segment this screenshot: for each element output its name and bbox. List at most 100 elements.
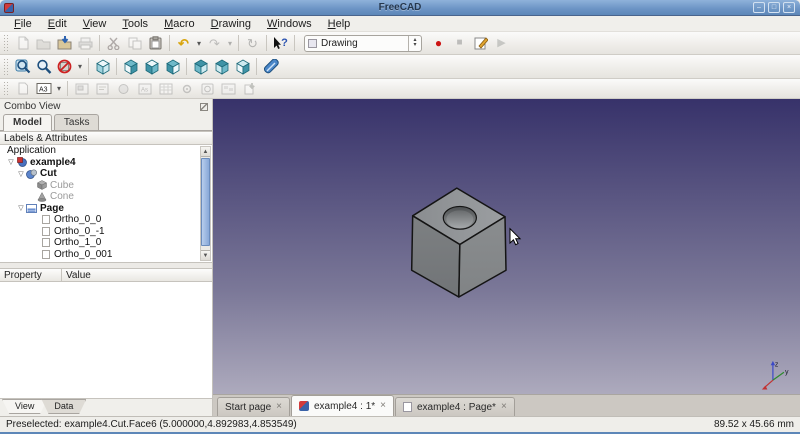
menu-tools[interactable]: Tools [114, 17, 156, 31]
document-tab-bar: Start page × example4 : 1* × example4 : … [213, 394, 800, 416]
rear-view-button[interactable] [190, 57, 211, 77]
title-bar[interactable]: FreeCAD – □ × [0, 0, 800, 16]
copy-button[interactable] [124, 33, 145, 53]
spreadsheet-view-button[interactable] [155, 80, 176, 97]
toolbar-grip[interactable] [3, 57, 9, 76]
print-button[interactable] [75, 33, 96, 53]
ortho-views-button[interactable] [218, 80, 239, 97]
paste-button[interactable] [145, 33, 166, 53]
tree-item-ortho-1-0[interactable]: Ortho_1_0 [0, 237, 212, 249]
measure-distance-button[interactable] [260, 57, 281, 77]
menu-help[interactable]: Help [320, 17, 359, 31]
scroll-down-icon[interactable]: ▼ [201, 250, 210, 260]
scroll-up-icon[interactable]: ▲ [201, 147, 210, 157]
symbol-button[interactable] [113, 80, 134, 97]
open-document-button[interactable] [33, 33, 54, 53]
tree-item-page[interactable]: ▽ Page [0, 203, 212, 215]
edit-macro-icon [474, 37, 488, 50]
tree-item-cone[interactable]: Cone [0, 191, 212, 203]
clip-group-button[interactable] [176, 80, 197, 97]
combo-view-title: Combo View [4, 101, 61, 112]
whatsthis-arrow-icon [274, 37, 282, 49]
draw-style-dropdown[interactable]: ▾ [75, 62, 85, 71]
close-tab-icon[interactable]: × [501, 402, 507, 412]
3d-viewport[interactable]: z y [213, 99, 800, 394]
tree-scrollbar[interactable]: ▲ ▼ [200, 146, 211, 261]
tab-example4-page[interactable]: example4 : Page* × [395, 397, 515, 416]
menu-file[interactable]: File [6, 17, 40, 31]
combo-spinner[interactable]: ▴ ▾ [408, 35, 421, 51]
toolbar-separator [256, 57, 257, 76]
export-page-icon [244, 83, 255, 95]
property-table-body[interactable] [0, 282, 212, 399]
axonometric-view-button[interactable] [92, 57, 113, 77]
redo-dropdown[interactable]: ▾ [225, 39, 235, 48]
undo-dropdown[interactable]: ▾ [194, 39, 204, 48]
close-tab-icon[interactable]: × [380, 401, 386, 411]
record-icon: ● [434, 36, 443, 50]
toolbar-grip[interactable] [3, 34, 9, 52]
close-button[interactable]: × [783, 2, 795, 13]
tree-item-ortho-0--1[interactable]: Ortho_0_-1 [0, 226, 212, 238]
tree-item-cube[interactable]: Cube [0, 180, 212, 192]
new-document-button[interactable] [12, 33, 33, 53]
insert-view-button[interactable] [71, 80, 92, 97]
refresh-button[interactable]: ↻ [242, 33, 263, 53]
tree-item-example4[interactable]: ▽ example4 [0, 157, 212, 169]
property-column-header[interactable]: Property [0, 269, 62, 281]
whats-this-button[interactable]: ? [270, 33, 291, 53]
top-view-button[interactable] [141, 57, 162, 77]
tab-data[interactable]: Data [41, 399, 87, 414]
right-view-button[interactable] [162, 57, 183, 77]
tab-model[interactable]: Model [3, 114, 52, 131]
close-tab-icon[interactable]: × [276, 402, 282, 412]
front-view-button[interactable] [120, 57, 141, 77]
tab-tasks[interactable]: Tasks [53, 114, 100, 130]
expander-icon[interactable]: ▽ [6, 158, 16, 166]
draft-view-button[interactable]: As [134, 80, 155, 97]
new-page-button[interactable] [12, 80, 33, 97]
ortho-view-icon [40, 238, 51, 248]
tab-view[interactable]: View [2, 399, 48, 414]
expander-icon[interactable]: ▽ [16, 204, 26, 212]
expander-icon[interactable]: ▽ [16, 170, 26, 178]
fit-all-button[interactable] [12, 57, 33, 77]
new-a3-page-button[interactable]: A3 [33, 80, 54, 97]
minimize-button[interactable]: – [753, 2, 765, 13]
macro-edit-button[interactable] [470, 33, 491, 53]
tab-example4-3d[interactable]: example4 : 1* × [291, 395, 394, 416]
toolbar-grip[interactable] [3, 81, 9, 96]
macro-stop-button[interactable]: ■ [449, 33, 470, 53]
bottom-view-button[interactable] [211, 57, 232, 77]
scrollbar-thumb[interactable] [201, 158, 210, 246]
macro-record-button[interactable]: ● [428, 33, 449, 53]
menu-view[interactable]: View [75, 17, 115, 31]
value-column-header[interactable]: Value [62, 269, 212, 281]
undo-button[interactable]: ↶ [173, 33, 194, 53]
float-panel-icon[interactable] [200, 102, 208, 111]
whatsthis-question-icon: ? [281, 37, 288, 49]
open-browser-button[interactable] [197, 80, 218, 97]
menu-edit[interactable]: Edit [40, 17, 75, 31]
menu-macro[interactable]: Macro [156, 17, 203, 31]
tab-start-page[interactable]: Start page × [217, 397, 290, 416]
redo-button[interactable]: ↷ [204, 33, 225, 53]
cut-button[interactable] [103, 33, 124, 53]
annotation-button[interactable] [92, 80, 113, 97]
macro-execute-button[interactable]: ▶ [491, 33, 512, 53]
zoom-button[interactable] [33, 57, 54, 77]
save-button[interactable] [54, 33, 75, 53]
workbench-selector[interactable]: Drawing ▴ ▾ [304, 34, 422, 52]
tree-item-ortho-0-0[interactable]: Ortho_0_0 [0, 214, 212, 226]
maximize-button[interactable]: □ [768, 2, 780, 13]
menu-windows[interactable]: Windows [259, 17, 320, 31]
left-view-button[interactable] [232, 57, 253, 77]
page-size-dropdown[interactable]: ▾ [54, 84, 64, 93]
measure-distance-icon [263, 58, 279, 73]
draw-style-button[interactable] [54, 57, 75, 77]
tree-item-ortho-0-001[interactable]: Ortho_0_001 [0, 249, 212, 261]
tree-item-application[interactable]: Application [0, 145, 212, 157]
tree-item-cut[interactable]: ▽ Cut [0, 168, 212, 180]
export-page-button[interactable] [239, 80, 260, 97]
menu-drawing[interactable]: Drawing [203, 17, 259, 31]
